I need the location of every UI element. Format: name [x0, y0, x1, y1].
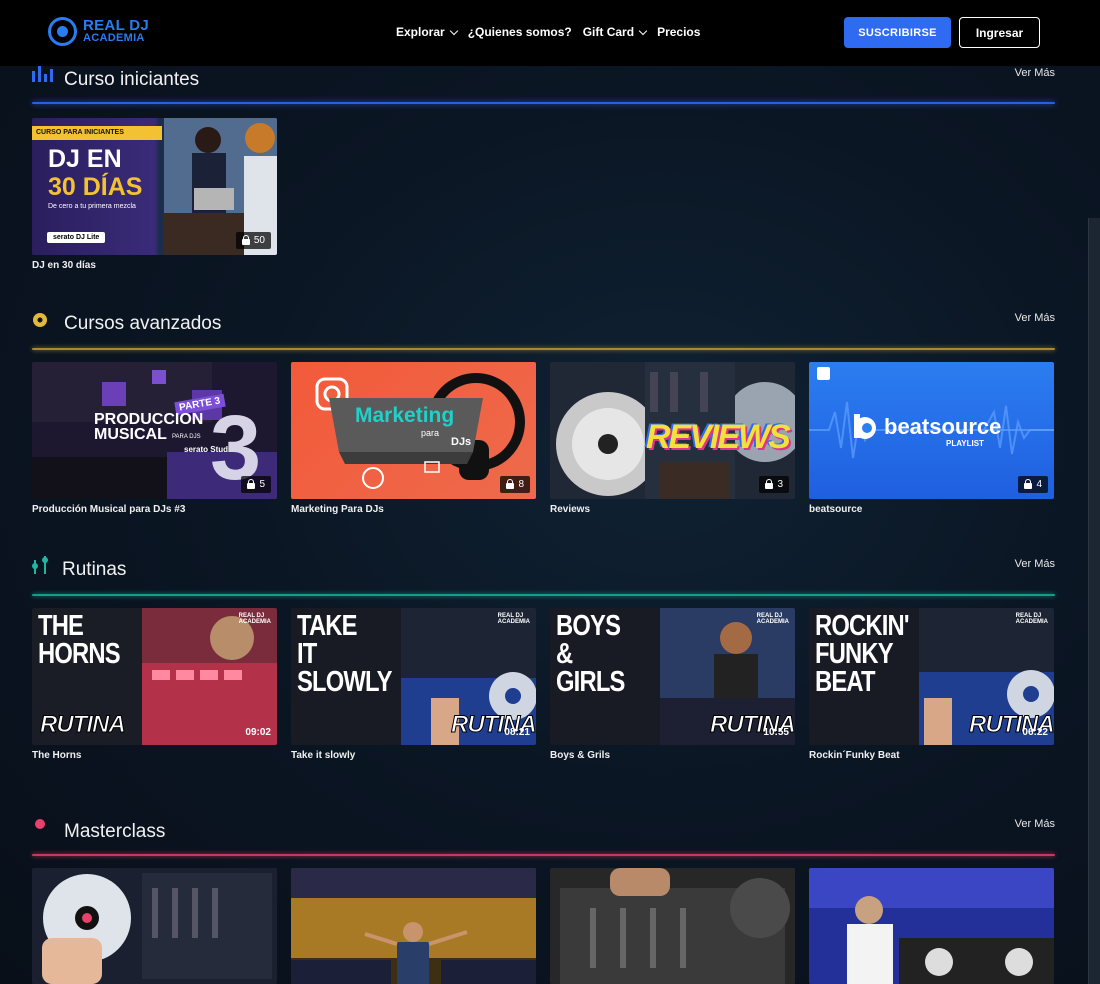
routine-thumbnail[interactable]: BOYS & GIRLS REAL DJ ACADEMIA RUTINA 10:5… [550, 608, 795, 745]
masterclass-thumbnail[interactable] [32, 868, 277, 984]
bars-icon [32, 66, 53, 82]
lesson-count-badge: 3 [759, 476, 789, 493]
masterclass-thumbnail[interactable] [291, 868, 536, 984]
ver-mas-link[interactable]: Ver Más [1015, 818, 1055, 830]
section-title: Cursos avanzados [64, 313, 222, 334]
routine-list: THE HORNS REAL DJ ACADEMIA RUTINA 09:02 T… [32, 608, 1054, 761]
routine-thumbnail[interactable]: ROCKIN' FUNKY BEAT REAL DJ ACADEMIA RUTIN… [809, 608, 1054, 745]
section-divider [32, 348, 1055, 350]
nav-explorar[interactable]: Explorar [396, 25, 458, 39]
course-card[interactable]: Marketing para DJs 8 Marketing Para DJs [291, 362, 536, 515]
realdj-watermark: REAL DJ ACADEMIA [238, 613, 271, 625]
login-button[interactable]: Ingresar [959, 17, 1040, 48]
realdj-watermark: REAL DJ ACADEMIA [756, 613, 789, 625]
course-thumbnail[interactable]: Marketing para DJs 8 [291, 362, 536, 499]
course-thumbnail[interactable]: PARTE 3 PRODUCCION MUSICAL PARA DJS sera… [32, 362, 277, 499]
chevron-down-icon [638, 26, 648, 35]
course-list: PARTE 3 PRODUCCION MUSICAL PARA DJS sera… [32, 362, 1054, 515]
routine-card[interactable]: TAKE IT SLOWLY REAL DJ ACADEMIA RUTINA 08… [291, 608, 536, 761]
top-navbar: REAL DJ ACADEMIA Explorar ¿Quienes somos… [0, 0, 1100, 66]
course-card[interactable]: REVIEWS 3 Reviews [550, 362, 795, 515]
masterclass-card[interactable] [809, 868, 1054, 984]
section-curso-iniciantes: Curso iniciantes Ver Más CURSO PARA INIC… [32, 66, 1055, 276]
section-divider [32, 594, 1055, 596]
lock-icon [241, 234, 250, 245]
card-title[interactable]: Producción Musical para DJs #3 [32, 504, 277, 515]
routine-thumbnail[interactable]: TAKE IT SLOWLY REAL DJ ACADEMIA RUTINA 08… [291, 608, 536, 745]
dot-icon [35, 819, 45, 829]
card-title[interactable]: DJ en 30 días [32, 260, 277, 271]
routine-card[interactable]: BOYS & GIRLS REAL DJ ACADEMIA RUTINA 10:5… [550, 608, 795, 761]
course-card[interactable]: beatsource PLAYLIST 4 beatsource [809, 362, 1054, 515]
card-title[interactable]: The Horns [32, 750, 277, 761]
realdj-watermark: REAL DJ ACADEMIA [1015, 613, 1048, 625]
card-title[interactable]: Rockin´Funky Beat [809, 750, 1054, 761]
nav-quienes-somos[interactable]: ¿Quienes somos? [468, 25, 572, 39]
section-rutinas: Rutinas Ver Más THE HORNS REAL DJ ACADEMI… [32, 556, 1055, 768]
course-card[interactable]: PARTE 3 PRODUCCION MUSICAL PARA DJS sera… [32, 362, 277, 515]
course-thumbnail[interactable]: beatsource PLAYLIST 4 [809, 362, 1054, 499]
ver-mas-link[interactable]: Ver Más [1015, 558, 1055, 570]
duration-label: 10:55 [763, 727, 789, 738]
logo-disc-icon [48, 17, 77, 46]
course-thumbnail[interactable]: CURSO PARA INICIANTES DJ EN 30 DÍAS De c… [32, 118, 277, 255]
masterclass-thumbnail[interactable] [809, 868, 1054, 984]
subscribe-button[interactable]: SUSCRIBIRSE [844, 17, 951, 48]
site-logo[interactable]: REAL DJ ACADEMIA [48, 17, 149, 46]
course-thumbnail[interactable]: REVIEWS 3 [550, 362, 795, 499]
ver-mas-link[interactable]: Ver Más [1015, 67, 1055, 79]
lesson-count-badge: 5 [241, 476, 271, 493]
card-title[interactable]: beatsource [809, 504, 1054, 515]
course-list: CURSO PARA INICIANTES DJ EN 30 DÍAS De c… [32, 118, 277, 271]
nav-gift-card[interactable]: Gift Card [583, 25, 648, 39]
page-scrollbar[interactable] [1088, 218, 1100, 984]
section-title: Rutinas [62, 559, 127, 580]
section-cursos-avanzados: Cursos avanzados Ver Más PARTE 3 PRODUCC… [32, 312, 1055, 522]
duration-label: 09:02 [245, 727, 271, 738]
lesson-count-badge: 4 [1018, 476, 1048, 493]
lock-icon [1024, 478, 1033, 489]
section-header: Curso iniciantes Ver Más [32, 66, 1055, 102]
logo-line1: REAL DJ [83, 16, 150, 34]
lock-icon [765, 478, 774, 489]
card-title[interactable]: Reviews [550, 504, 795, 515]
main-nav: Explorar ¿Quienes somos? Gift Card Preci… [396, 25, 700, 39]
section-title: Masterclass [64, 821, 166, 842]
masterclass-card[interactable] [291, 868, 536, 984]
routine-card[interactable]: ROCKIN' FUNKY BEAT REAL DJ ACADEMIA RUTIN… [809, 608, 1054, 761]
card-title[interactable]: Boys & Grils [550, 750, 795, 761]
ver-mas-link[interactable]: Ver Más [1015, 312, 1055, 324]
duration-label: 08:21 [504, 727, 530, 738]
lock-icon [247, 478, 256, 489]
card-title[interactable]: Marketing Para DJs [291, 504, 536, 515]
lesson-count-badge: 8 [500, 476, 530, 493]
card-title[interactable]: Take it slowly [291, 750, 536, 761]
section-masterclass: Masterclass Ver Más [32, 818, 1055, 984]
lesson-count-badge: 50 [235, 232, 271, 249]
routine-thumbnail[interactable]: THE HORNS REAL DJ ACADEMIA RUTINA 09:02 [32, 608, 277, 745]
nav-precios[interactable]: Precios [657, 25, 700, 39]
realdj-watermark: REAL DJ ACADEMIA [497, 613, 530, 625]
course-card[interactable]: CURSO PARA INICIANTES DJ EN 30 DÍAS De c… [32, 118, 277, 271]
masterclass-card[interactable] [32, 868, 277, 984]
section-divider [32, 854, 1055, 856]
masterclass-list [32, 868, 1054, 984]
equalizer-icon [32, 556, 48, 574]
routine-card[interactable]: THE HORNS REAL DJ ACADEMIA RUTINA 09:02 T… [32, 608, 277, 761]
serato-logo: serato DJ Lite [47, 232, 106, 243]
duration-label: 06:22 [1022, 727, 1048, 738]
section-title: Curso iniciantes [64, 69, 200, 90]
section-divider [32, 102, 1055, 104]
lock-icon [506, 478, 515, 489]
masterclass-thumbnail[interactable] [550, 868, 795, 984]
chevron-down-icon [449, 26, 458, 35]
masterclass-card[interactable] [550, 868, 795, 984]
vinyl-icon [33, 313, 47, 327]
logo-line2: ACADEMIA [83, 31, 145, 44]
